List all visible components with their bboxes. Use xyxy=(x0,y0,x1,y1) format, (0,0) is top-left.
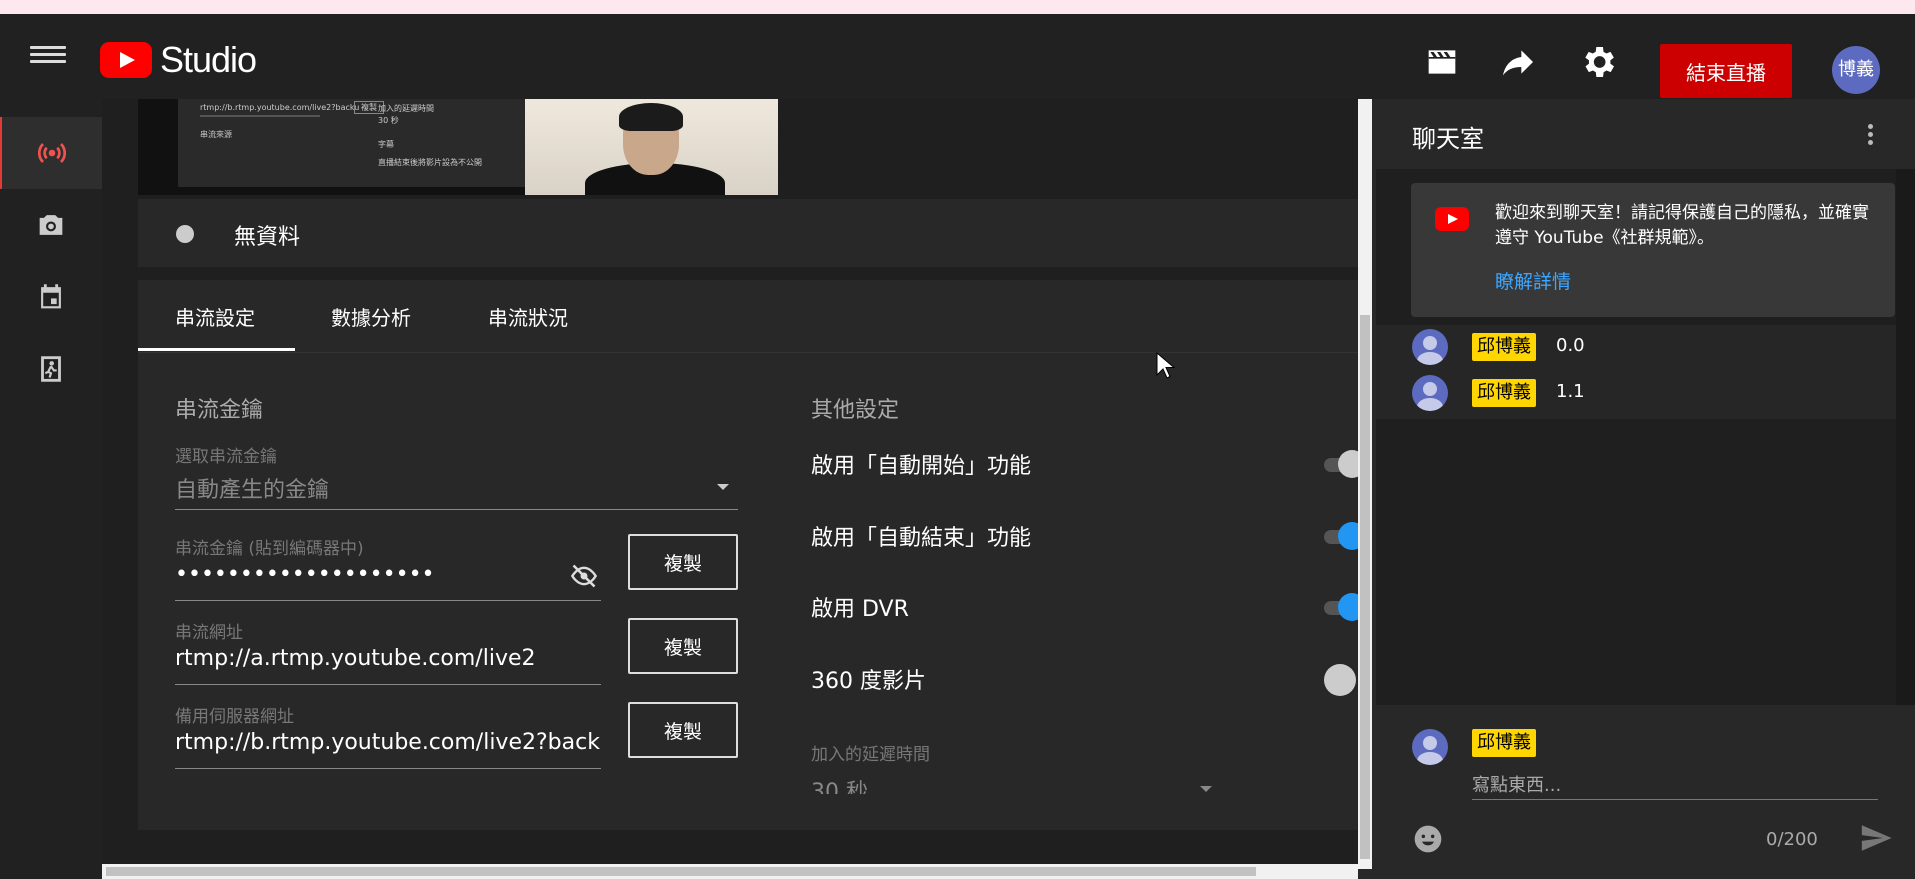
screen-capture: rtmp://b.rtmp.youtube.com/live2?backu 複製… xyxy=(178,99,528,187)
stream-status-bar: 無資料 xyxy=(138,199,1360,267)
stream-key-section-title: 串流金鑰 xyxy=(175,398,264,423)
live-icon xyxy=(38,143,66,163)
chat-title: 聊天室 xyxy=(1412,125,1484,153)
char-count: 0/200 xyxy=(1766,829,1818,850)
main-vertical-scrollbar[interactable] xyxy=(1358,99,1372,869)
logo-text: Studio xyxy=(160,39,257,80)
more-options-icon[interactable] xyxy=(1868,121,1874,148)
auto-start-label: 啟用「自動開始」功能 xyxy=(811,454,1032,479)
auto-start-toggle[interactable] xyxy=(1324,450,1366,478)
emoji-icon[interactable] xyxy=(1412,823,1444,855)
auto-end-label: 啟用「自動結束」功能 xyxy=(811,526,1032,551)
author-badge[interactable]: 邱博義 xyxy=(1472,333,1536,361)
author-badge[interactable]: 邱博義 xyxy=(1472,379,1536,407)
delay-label: 加入的延遲時間 xyxy=(811,745,930,765)
end-stream-button[interactable]: 結束直播 xyxy=(1660,44,1792,98)
chat-welcome-card: 歡迎來到聊天室！請記得保護自己的隱私，並確實遵守 YouTube《社群規範》。 … xyxy=(1411,183,1895,317)
learn-more-link[interactable]: 瞭解詳情 xyxy=(1495,267,1571,294)
preview-url-text: rtmp://b.rtmp.youtube.com/live2?backu xyxy=(200,103,360,112)
tab-stream-settings[interactable]: 串流設定 xyxy=(175,302,255,331)
360-video-toggle[interactable] xyxy=(1310,664,1356,696)
preview-notice-text: 直播結束後將影片設為不公開 xyxy=(378,158,482,167)
camera-icon xyxy=(39,215,63,235)
chat-message[interactable]: 邱博義 0.0 xyxy=(1376,325,1896,371)
visibility-off-icon[interactable] xyxy=(570,562,598,590)
message-text: 0.0 xyxy=(1556,335,1585,356)
stream-url-field[interactable]: rtmp://a.rtmp.youtube.com/live2 xyxy=(175,646,601,671)
chat-messages: 邱博義 0.0 邱博義 1.1 xyxy=(1376,325,1896,419)
webcam-feed xyxy=(525,99,778,195)
clapperboard-icon[interactable] xyxy=(1422,42,1462,82)
user-avatar xyxy=(1412,329,1448,365)
stream-key-field[interactable]: •••••••••••••••••••• xyxy=(175,562,475,587)
stream-key-label: 串流金鑰 (貼到編碼器中) xyxy=(175,539,364,559)
nav-item-camera[interactable] xyxy=(0,189,102,261)
chat-input[interactable] xyxy=(1472,771,1878,800)
studio-logo[interactable]: Studio xyxy=(100,39,257,80)
settings-panel: 串流設定 數據分析 串流狀況 串流金鑰 選取串流金鑰 自動產生的金鑰 串流金鑰 … xyxy=(138,280,1366,830)
select-key-label: 選取串流金鑰 xyxy=(175,447,277,467)
exit-icon xyxy=(41,356,61,382)
preview-delay-label: 加入的延遲時間 xyxy=(378,104,434,113)
other-settings-section-title: 其他設定 xyxy=(811,398,900,423)
nav-item-exit[interactable] xyxy=(0,333,102,405)
own-avatar xyxy=(1412,729,1448,765)
youtube-play-icon xyxy=(100,42,152,78)
message-text: 1.1 xyxy=(1556,381,1585,402)
copy-backup-url-button[interactable]: 複製 xyxy=(628,702,738,758)
backup-url-field[interactable]: rtmp://b.rtmp.youtube.com/live2?backup=1 xyxy=(175,730,601,755)
compose-author-badge: 邱博義 xyxy=(1472,729,1536,757)
tab-bar: 串流設定 數據分析 串流狀況 xyxy=(138,280,1360,353)
copy-stream-url-button[interactable]: 複製 xyxy=(628,618,738,674)
delay-chevron-down-icon[interactable] xyxy=(1198,784,1214,794)
backup-url-label: 備用伺服器網址 xyxy=(175,707,294,727)
chat-panel: 聊天室 歡迎來到聊天室！請記得保護自己的隱私，並確實遵守 YouTube《社群規… xyxy=(1376,99,1915,879)
status-text: 無資料 xyxy=(234,225,301,250)
preview-source-label: 串流來源 xyxy=(200,130,232,139)
preview-caption-label: 字幕 xyxy=(378,140,394,149)
tab-stream-health[interactable]: 串流狀況 xyxy=(488,302,568,331)
stream-preview: rtmp://b.rtmp.youtube.com/live2?backu 複製… xyxy=(138,99,778,195)
dvr-toggle[interactable] xyxy=(1324,593,1366,621)
chat-compose: 邱博義 0/200 xyxy=(1376,705,1915,879)
gear-icon[interactable] xyxy=(1578,42,1618,82)
copy-stream-key-button[interactable]: 複製 xyxy=(628,534,738,590)
status-dot xyxy=(176,225,194,243)
tab-analytics[interactable]: 數據分析 xyxy=(331,302,411,331)
preview-delay-value: 30 秒 xyxy=(378,116,399,125)
stream-url-label: 串流網址 xyxy=(175,623,243,643)
youtube-icon xyxy=(1435,207,1469,231)
welcome-text: 歡迎來到聊天室！請記得保護自己的隱私，並確實遵守 YouTube《社群規範》。 xyxy=(1495,203,1869,248)
send-icon[interactable] xyxy=(1858,821,1894,855)
chat-header: 聊天室 xyxy=(1376,99,1915,169)
delay-select-value[interactable]: 30 秒 xyxy=(811,774,868,794)
360-video-label: 360 度影片 xyxy=(811,669,926,694)
account-avatar[interactable]: 博義 xyxy=(1832,46,1880,94)
nav-item-schedule[interactable] xyxy=(0,261,102,333)
mouse-cursor-icon xyxy=(1156,352,1176,379)
share-icon[interactable] xyxy=(1498,42,1538,82)
auto-end-toggle[interactable] xyxy=(1324,522,1366,550)
nav-item-live[interactable] xyxy=(0,117,102,189)
select-key-value[interactable]: 自動產生的金鑰 xyxy=(175,472,329,504)
left-navigation xyxy=(0,99,102,879)
calendar-icon xyxy=(41,284,61,309)
top-app-bar: Studio 結束直播 博義 xyxy=(0,14,1915,99)
dvr-label: 啟用 DVR xyxy=(811,597,909,622)
main-horizontal-scrollbar[interactable] xyxy=(102,864,1358,879)
chevron-down-icon[interactable] xyxy=(715,482,731,492)
active-tab-indicator xyxy=(138,348,295,351)
user-avatar xyxy=(1412,375,1448,411)
browser-top-strip xyxy=(0,0,1915,14)
chat-message[interactable]: 邱博義 1.1 xyxy=(1376,371,1896,417)
menu-icon[interactable] xyxy=(30,42,66,72)
